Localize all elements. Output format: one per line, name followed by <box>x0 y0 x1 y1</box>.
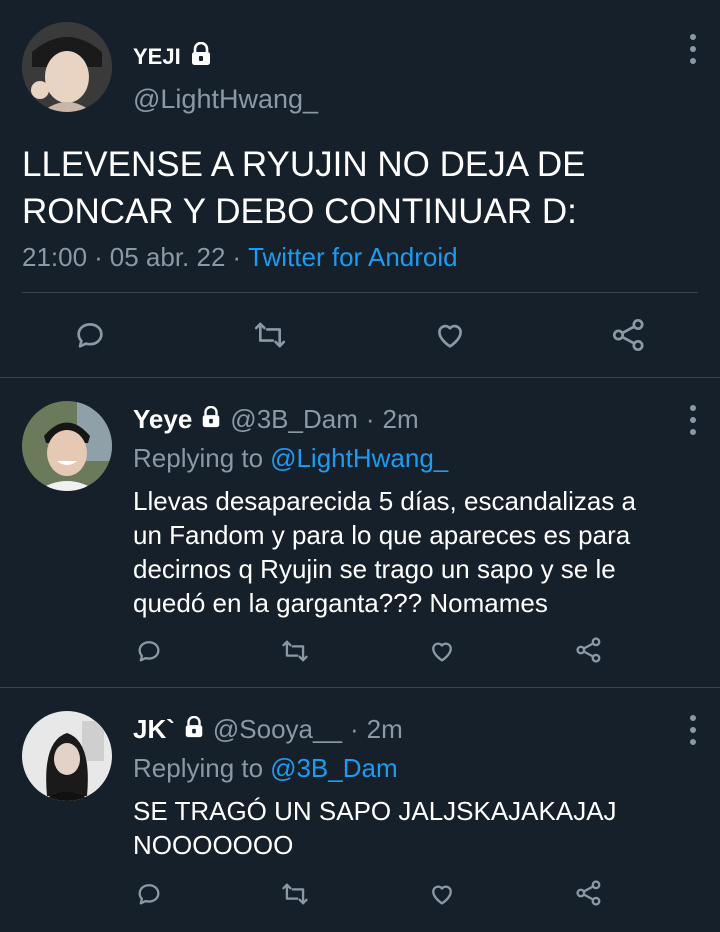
replying-to-link[interactable]: @LightHwang_ <box>270 443 448 474</box>
like-icon[interactable] <box>432 318 468 352</box>
separator: · <box>94 242 103 272</box>
avatar-jk[interactable] <box>22 711 112 801</box>
replying-to-link[interactable]: @3B_Dam <box>270 753 398 784</box>
reply-time: 2m <box>366 714 403 744</box>
share-icon[interactable] <box>575 879 603 907</box>
reply-text-line: un Fandom y para lo que apareces es para <box>133 520 631 550</box>
tweet-source-link[interactable]: Twitter for Android <box>248 242 458 273</box>
more-options-icon[interactable] <box>681 715 705 745</box>
reply-text-line: Llevas desaparecida 5 días, escandalizas… <box>133 486 636 516</box>
tweet-text: LLEVENSE A RYUJIN NO DEJA DE RONCAR Y DE… <box>22 141 585 235</box>
share-icon[interactable] <box>575 636 603 664</box>
divider <box>22 292 698 293</box>
lock-icon <box>189 41 213 72</box>
separator: · <box>365 404 375 434</box>
more-options-icon[interactable] <box>681 34 705 64</box>
reply-icon[interactable] <box>135 637 163 665</box>
user-handle[interactable]: @LightHwang_ <box>133 84 318 115</box>
user-handle[interactable]: @Sooya__ <box>213 714 342 745</box>
lock-icon <box>200 404 222 435</box>
lock-icon <box>183 714 205 745</box>
more-options-icon[interactable] <box>681 405 705 435</box>
divider <box>0 377 720 378</box>
replying-to-label: Replying to <box>133 443 264 473</box>
display-name[interactable]: Yeye <box>133 404 192 435</box>
reply-icon[interactable] <box>73 318 107 352</box>
reply-text: Llevas desaparecida 5 días, escandalizas… <box>133 484 636 620</box>
reply-time: 2m <box>382 404 419 434</box>
separator: · <box>232 242 242 272</box>
display-name[interactable]: YEJI <box>133 44 181 70</box>
user-handle[interactable]: @3B_Dam <box>230 404 358 435</box>
avatar-yeye[interactable] <box>22 401 112 491</box>
tweet-text-line: RONCAR Y DEBO CONTINUAR D: <box>22 192 577 231</box>
tweet-text-line: LLEVENSE A RYUJIN NO DEJA DE <box>22 145 586 184</box>
share-icon[interactable] <box>611 317 647 353</box>
retweet-icon[interactable] <box>280 637 310 665</box>
tweet-meta: 21:00 · 05 abr. 22 · Twitter for Android <box>22 242 458 273</box>
like-icon[interactable] <box>428 880 456 908</box>
tweet-time: 21:00 <box>22 242 88 272</box>
reply-text-line: decirnos q Ryujin se trago un sapo y se … <box>133 554 616 584</box>
retweet-icon[interactable] <box>280 880 310 908</box>
display-name[interactable]: JK` <box>133 714 175 745</box>
retweet-icon[interactable] <box>252 318 288 352</box>
reply-icon[interactable] <box>135 880 163 908</box>
reply-text-line: quedó en la garganta??? Nomames <box>133 588 548 618</box>
replying-to-label: Replying to <box>133 753 264 783</box>
tweet-date: 05 abr. 22 <box>109 242 226 272</box>
divider <box>0 687 720 688</box>
avatar-yeji[interactable] <box>22 22 112 112</box>
reply-text: SE TRAGÓ UN SAPO JALJSKAJAKAJAJ NOOOOOOO <box>133 794 617 862</box>
reply-text-line: SE TRAGÓ UN SAPO JALJSKAJAKAJAJ <box>133 796 617 826</box>
like-icon[interactable] <box>428 637 456 665</box>
separator: · <box>349 714 359 744</box>
reply-text-line: NOOOOOOO <box>133 830 294 860</box>
